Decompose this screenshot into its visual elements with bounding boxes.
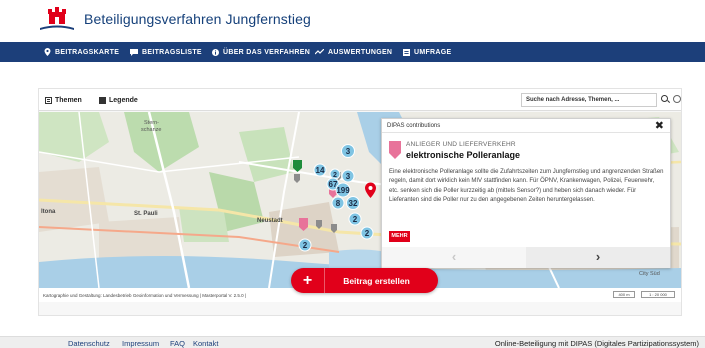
survey-icon — [403, 48, 410, 56]
legend-label: Legende — [109, 96, 138, 104]
create-contribution-button[interactable]: + Beitrag erstellen — [291, 268, 438, 293]
cluster-count: 14 — [316, 166, 325, 175]
footer-link-datenschutz[interactable]: Datenschutz — [68, 339, 110, 348]
nav-label: BEITRAGSLISTE — [142, 48, 202, 56]
more-button[interactable]: MEHR — [389, 231, 410, 242]
nav-label: UMFRAGE — [414, 48, 452, 56]
close-icon[interactable]: ✖ — [655, 120, 664, 132]
themes-button[interactable]: Themen — [45, 93, 82, 107]
hamburg-logo-icon[interactable] — [40, 6, 74, 34]
popup-header: DIPAS contributions ✖ — [382, 119, 670, 133]
footer-link-kontakt[interactable]: Kontakt — [193, 339, 218, 348]
map-toolbar: Themen Legende Suche nach Adresse, Theme… — [39, 89, 681, 111]
contribution-category: ANLIEGER UND LIEFERVERKEHR — [406, 141, 516, 148]
speech-bubble-icon — [130, 48, 138, 56]
info-icon — [212, 48, 219, 56]
map-search-input[interactable]: Suche nach Adresse, Themen, ... — [521, 93, 657, 107]
contribution-text: Eine elektronische Polleranlage sollte d… — [389, 169, 664, 204]
map-scale-bar: 400 m — [613, 291, 635, 298]
legend-button[interactable]: Legende — [99, 93, 138, 107]
cluster-count: 199 — [336, 186, 350, 195]
legend-icon — [99, 96, 106, 104]
map-scale-ratio[interactable]: 1 : 20 000 — [641, 291, 675, 298]
chart-line-icon — [315, 49, 324, 55]
create-contribution-label: Beitrag erstellen — [343, 275, 410, 286]
popup-title: DIPAS contributions — [387, 123, 441, 129]
map-label-sternschanze: Stern- — [144, 120, 159, 126]
page-footer: Datenschutz Impressum FAQ Kontakt Online… — [0, 336, 705, 348]
themes-label: Themen — [55, 96, 82, 104]
cluster-count: 8 — [336, 199, 341, 208]
map-label-city-sued: City Süd — [639, 271, 660, 277]
popup-pager: ‹ › — [382, 247, 670, 268]
footer-platform-text: Online-Beteiligung mit DIPAS (Digitales … — [494, 339, 699, 348]
list-icon — [45, 96, 52, 104]
map-label-st-pauli: St. Pauli — [134, 211, 158, 217]
nav-item-ueber-das-verfahren[interactable]: ÜBER DAS VERFAHREN — [212, 42, 310, 62]
footer-link-faq[interactable]: FAQ — [170, 339, 185, 348]
main-navigation: BEITRAGSKARTE BEITRAGSLISTE ÜBER DAS VER… — [0, 42, 705, 62]
map-label-altona: ltona — [41, 209, 56, 215]
nav-label: AUSWERTUNGEN — [328, 48, 393, 56]
search-icon[interactable] — [661, 95, 670, 104]
nav-label: BEITRAGSKARTE — [55, 48, 120, 56]
site-header: Beteiligungsverfahren Jungfernstieg — [0, 0, 705, 42]
map-attribution: Kartographie und Gestaltung: Landesbetri… — [43, 292, 247, 298]
help-icon[interactable] — [673, 95, 681, 103]
category-marker-icon — [389, 141, 401, 159]
contribution-title: elektronische Polleranlage — [406, 150, 521, 160]
cluster-count: 32 — [349, 199, 358, 208]
contribution-popup: DIPAS contributions ✖ ANLIEGER UND LIEFE… — [381, 118, 671, 268]
map-marker-icon — [44, 48, 51, 56]
nav-item-beitragsliste[interactable]: BEITRAGSLISTE — [130, 42, 202, 62]
nav-item-umfrage[interactable]: UMFRAGE — [403, 42, 452, 62]
plus-icon: + — [291, 268, 325, 293]
cluster-count: 3 — [346, 172, 351, 181]
cluster-count: 2 — [353, 215, 358, 224]
next-button[interactable]: › — [526, 247, 670, 268]
nav-label: ÜBER DAS VERFAHREN — [223, 48, 311, 56]
previous-button[interactable]: ‹ — [382, 247, 526, 268]
site-title[interactable]: Beteiligungsverfahren Jungfernstieg — [84, 11, 311, 27]
cluster-count: 2 — [303, 241, 308, 250]
cluster-count: 3 — [346, 147, 351, 156]
nav-item-beitragskarte[interactable]: BEITRAGSKARTE — [44, 42, 119, 62]
footer-link-impressum[interactable]: Impressum — [122, 339, 159, 348]
nav-item-auswertungen[interactable]: AUSWERTUNGEN — [315, 42, 392, 62]
cluster-count: 2 — [365, 229, 370, 238]
map-label-neustadt: Neustadt — [257, 218, 283, 224]
map-label-sternschanze-2: schanze — [141, 127, 162, 133]
